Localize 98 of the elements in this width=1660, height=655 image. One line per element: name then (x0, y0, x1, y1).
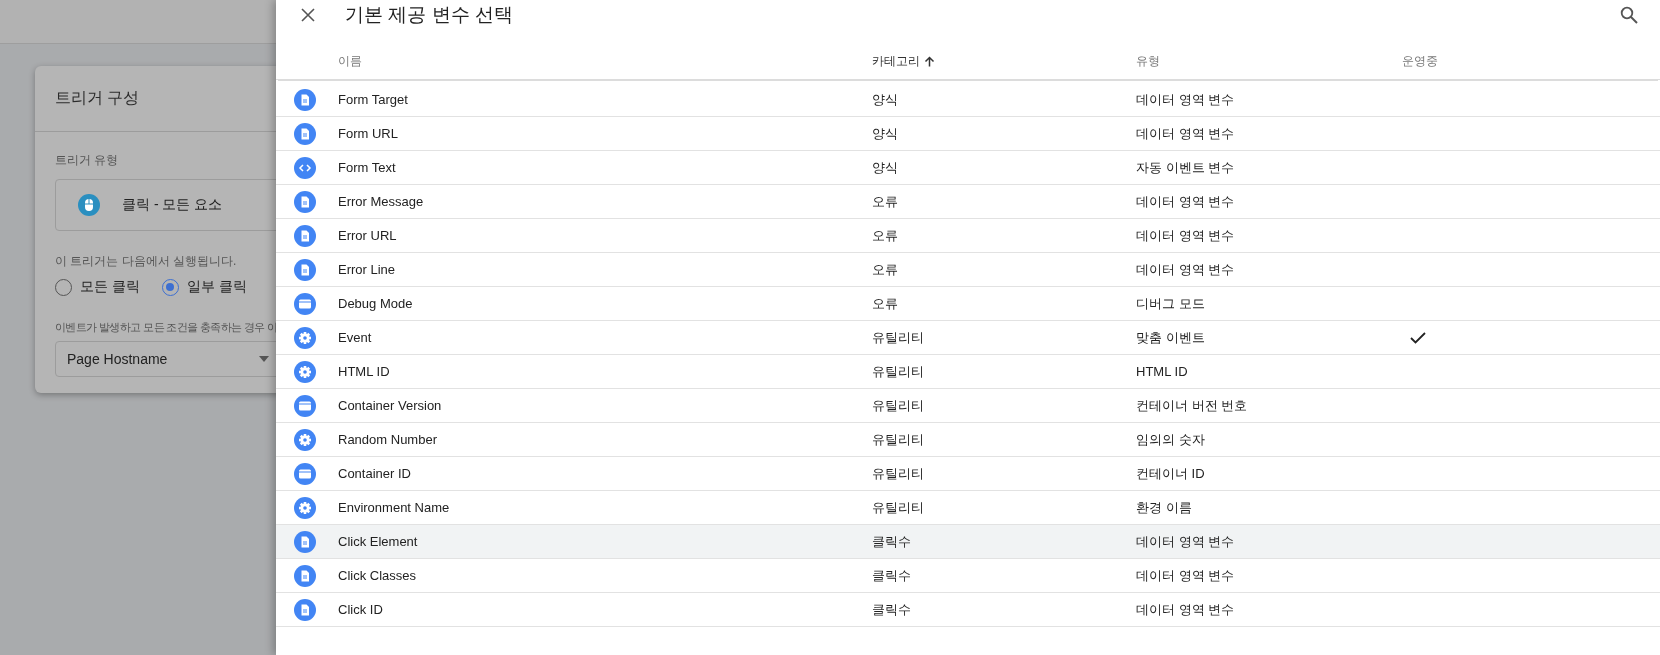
variable-row[interactable]: Error Message 오류 데이터 영역 변수 (276, 185, 1660, 219)
type-cell: 디버그 모드 (1136, 294, 1205, 313)
document-icon (294, 190, 316, 213)
type-cell: 데이터 영역 변수 (1136, 600, 1235, 619)
document-icon (294, 564, 316, 587)
name-cell: Click Classes (338, 568, 416, 583)
name-cell: Form Target (338, 92, 408, 107)
category-cell: 오류 (872, 294, 898, 313)
radio-label: 모든 클릭 (80, 278, 140, 296)
radio-option[interactable]: 일부 클릭 (161, 278, 247, 296)
type-cell: 컨테이너 ID (1136, 464, 1205, 483)
variable-row[interactable]: Form URL 양식 데이터 영역 변수 (276, 117, 1660, 151)
type-cell: 데이터 영역 변수 (1136, 566, 1235, 585)
category-cell: 양식 (872, 90, 898, 109)
window-icon (294, 394, 316, 417)
name-cell: HTML ID (338, 364, 390, 379)
document-icon (294, 122, 316, 145)
category-cell: 오류 (872, 192, 898, 211)
gear-icon (294, 360, 316, 383)
type-cell: 데이터 영역 변수 (1136, 226, 1235, 245)
type-cell: 데이터 영역 변수 (1136, 260, 1235, 279)
variable-row[interactable]: Container ID 유틸리티 컨테이너 ID (276, 457, 1660, 491)
radio-option[interactable]: 모든 클릭 (55, 278, 140, 296)
arrow-up-icon (924, 55, 935, 67)
category-cell: 오류 (872, 260, 898, 279)
name-cell: Error Line (338, 262, 396, 277)
column-header[interactable]: 카테고리 (872, 52, 935, 70)
variable-row[interactable]: Environment Name 유틸리티 환경 이름 (276, 491, 1660, 525)
gear-icon (294, 496, 316, 519)
window-icon (294, 462, 316, 485)
variable-row[interactable]: Random Number 유틸리티 임의의 숫자 (276, 423, 1660, 457)
category-cell: 유틸리티 (872, 362, 924, 381)
field-label: 이벤트가 발생하고 모든 조건을 충족하는 경우 이 (54, 320, 276, 335)
dropdown-value: Page Hostname (67, 351, 168, 367)
document-icon (294, 224, 316, 247)
category-cell: 오류 (872, 226, 898, 245)
name-cell: Form Text (338, 160, 396, 175)
trigger-type-text: 클릭 - 모든 요소 (122, 196, 223, 214)
type-cell: 데이터 영역 변수 (1136, 532, 1235, 551)
window-icon (294, 292, 316, 315)
category-cell: 유틸리티 (872, 430, 924, 449)
variable-row[interactable]: Container Version 유틸리티 컨테이너 버전 번호 (276, 389, 1660, 423)
document-icon (294, 530, 316, 553)
variable-dropdown[interactable]: Page Hostname (55, 341, 276, 377)
type-cell: HTML ID (1136, 364, 1188, 379)
code-icon (294, 156, 316, 179)
gear-icon (294, 326, 316, 349)
name-cell: Debug Mode (338, 296, 413, 311)
category-cell: 유틸리티 (872, 328, 924, 347)
caret-icon (259, 356, 270, 362)
category-cell: 양식 (872, 158, 898, 177)
document-icon (294, 598, 316, 621)
name-cell: Event (338, 330, 372, 345)
variable-row[interactable]: Form Text 양식 자동 이벤트 변수 (276, 151, 1660, 185)
name-cell: Error URL (338, 228, 397, 243)
radio-label: 일부 클릭 (186, 278, 247, 296)
type-cell: 데이터 영역 변수 (1136, 90, 1235, 109)
type-cell: 데이터 영역 변수 (1136, 124, 1235, 143)
variable-row[interactable]: Debug Mode 오류 디버그 모드 (276, 287, 1660, 321)
name-cell: Random Number (338, 432, 437, 447)
gear-icon (294, 428, 316, 451)
mouse-icon (78, 194, 100, 216)
name-cell: Error Message (338, 194, 424, 209)
type-cell: 자동 이벤트 변수 (1136, 158, 1235, 177)
category-cell: 유틸리티 (872, 464, 924, 483)
name-cell: Click ID (338, 602, 383, 617)
panel-title: 기본 제공 변수 선택 (345, 2, 514, 27)
variable-row[interactable]: Error Line 오류 데이터 영역 변수 (276, 253, 1660, 287)
field-label: 이 트리거는 다음에서 실행됩니다. (54, 253, 238, 270)
document-icon (294, 88, 316, 111)
variable-row[interactable]: HTML ID 유틸리티 HTML ID (276, 355, 1660, 389)
column-header[interactable]: 유형 (1136, 52, 1160, 70)
type-cell: 환경 이름 (1136, 498, 1192, 517)
variable-row[interactable]: Click ID 클릭수 데이터 영역 변수 (276, 593, 1660, 627)
column-header[interactable]: 이름 (338, 52, 362, 70)
name-cell: Click Element (338, 534, 418, 549)
category-cell: 클릭수 (872, 532, 911, 551)
category-cell: 유틸리티 (872, 396, 924, 415)
variable-row[interactable]: Form Target 양식 데이터 영역 변수 (276, 83, 1660, 117)
document-icon (294, 258, 316, 281)
type-cell: 맞춤 이벤트 (1136, 328, 1205, 347)
variable-row[interactable]: Error URL 오류 데이터 영역 변수 (276, 219, 1660, 253)
name-cell: Environment Name (338, 500, 450, 515)
variable-row[interactable]: Click Element 클릭수 데이터 영역 변수 (276, 525, 1660, 559)
category-cell: 양식 (872, 124, 898, 143)
name-cell: Container ID (338, 466, 411, 481)
variable-row[interactable]: Click Classes 클릭수 데이터 영역 변수 (276, 559, 1660, 593)
category-cell: 유틸리티 (872, 498, 924, 517)
category-cell: 클릭수 (872, 600, 911, 619)
category-cell: 클릭수 (872, 566, 911, 585)
type-cell: 데이터 영역 변수 (1136, 192, 1235, 211)
variable-row[interactable]: Event 유틸리티 맞춤 이벤트 (276, 321, 1660, 355)
type-cell: 임의의 숫자 (1136, 430, 1205, 449)
field-label: 트리거 유형 (54, 152, 120, 169)
column-header[interactable]: 운영중 (1402, 52, 1438, 70)
type-cell: 컨테이너 버전 번호 (1136, 396, 1248, 415)
name-cell: Form URL (338, 126, 398, 141)
name-cell: Container Version (338, 398, 442, 413)
